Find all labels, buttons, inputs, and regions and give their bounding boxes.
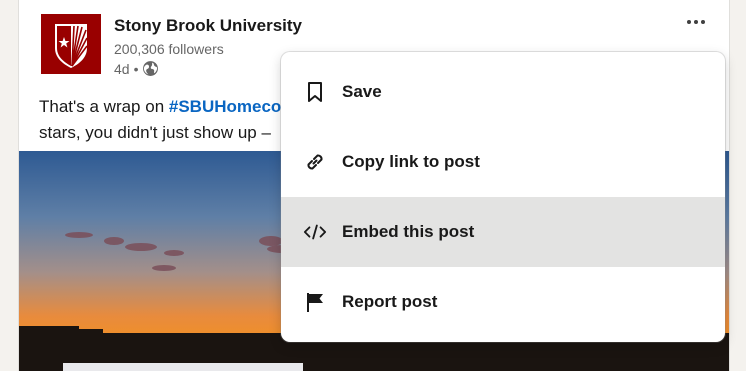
post-options-menu: Save Copy link to post Embed this post R… — [281, 52, 725, 342]
menu-item-label: Embed this post — [342, 222, 475, 241]
stony-brook-logo[interactable] — [41, 14, 101, 74]
code-icon — [303, 220, 327, 244]
globe-icon — [143, 61, 159, 76]
menu-item-report[interactable]: Report post — [281, 267, 725, 337]
bookmark-icon — [303, 80, 327, 104]
ellipsis-icon — [687, 20, 705, 24]
post-time: 4d — [114, 60, 130, 77]
menu-item-save[interactable]: Save — [281, 57, 725, 127]
menu-item-copy-link[interactable]: Copy link to post — [281, 127, 725, 197]
menu-item-label: Copy link to post — [342, 152, 480, 171]
post-meta: 4d • — [114, 60, 159, 77]
author-name[interactable]: Stony Brook University — [114, 16, 302, 36]
follower-count: 200,306 followers — [114, 41, 224, 57]
menu-item-embed[interactable]: Embed this post — [281, 197, 725, 267]
menu-item-label: Save — [342, 82, 382, 101]
post-text-prefix: That's a wrap on — [39, 97, 169, 116]
menu-item-label: Report post — [342, 292, 438, 311]
link-icon — [303, 150, 327, 174]
flag-icon — [303, 290, 327, 314]
more-options-button[interactable] — [683, 10, 709, 34]
meta-separator: • — [133, 60, 139, 77]
hashtag-link[interactable]: #SBUHomecon — [169, 97, 292, 116]
